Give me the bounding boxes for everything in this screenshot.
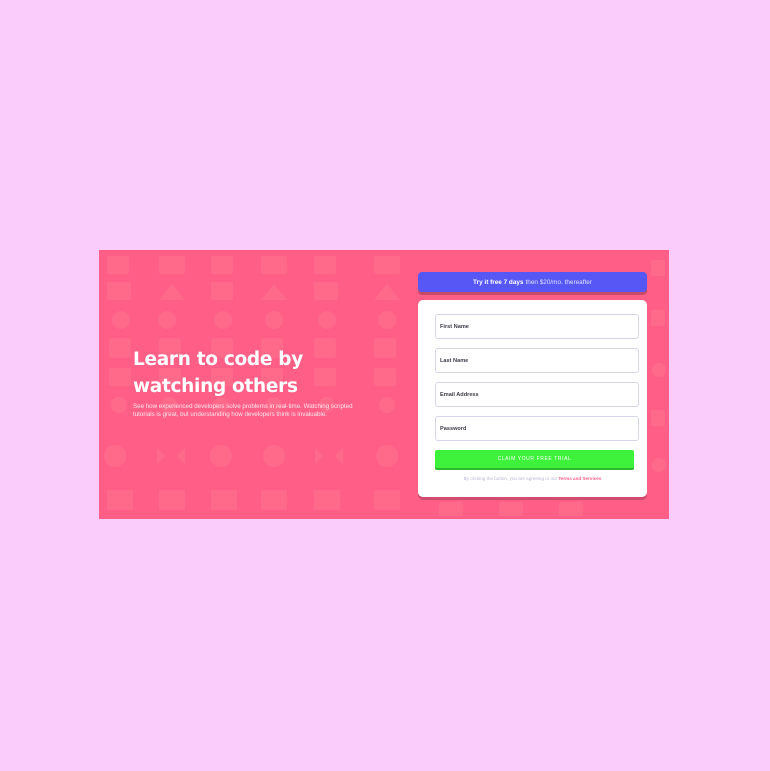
password-field[interactable]	[435, 416, 639, 441]
terms-link[interactable]: Terms and Services	[558, 476, 601, 481]
last-name-field[interactable]	[435, 348, 639, 373]
intro-description: See how experienced developers solve pro…	[133, 403, 353, 419]
email-field[interactable]	[435, 382, 639, 407]
page-title: Learn to code by watching others	[133, 349, 303, 397]
intro-block: Learn to code by watching others See how…	[133, 346, 353, 420]
trial-banner: Try it free 7 days then $20/mo. thereaft…	[418, 272, 647, 292]
terms-prefix: By clicking the button, you are agreeing…	[463, 476, 558, 481]
trial-banner-rest: then $20/mo. thereafter	[525, 278, 592, 286]
signup-form: CLAIM YOUR FREE TRIAL By clicking the bu…	[418, 300, 647, 497]
claim-trial-button[interactable]: CLAIM YOUR FREE TRIAL	[435, 450, 634, 468]
terms-notice: By clicking the button, you are agreeing…	[435, 476, 639, 481]
trial-banner-bold: Try it free 7 days	[473, 278, 524, 286]
first-name-field[interactable]	[435, 314, 639, 339]
hero-section: Learn to code by watching others See how…	[99, 250, 669, 519]
